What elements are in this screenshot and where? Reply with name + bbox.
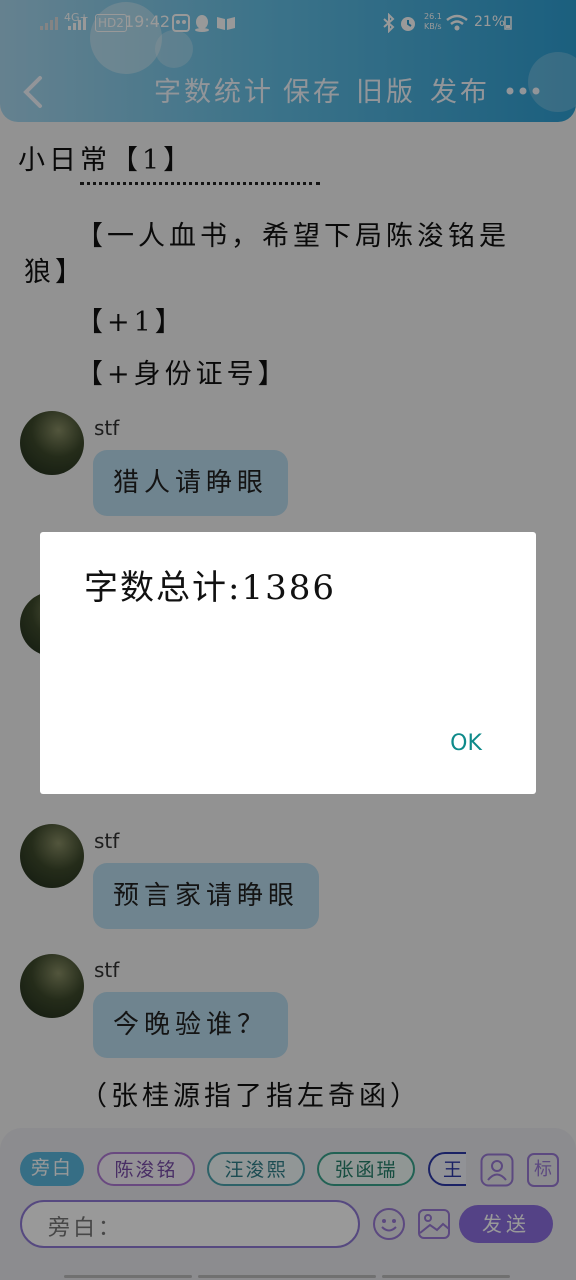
dialog-message: 字数总计:1386 [84,568,336,608]
ok-button[interactable]: OK [440,726,492,762]
